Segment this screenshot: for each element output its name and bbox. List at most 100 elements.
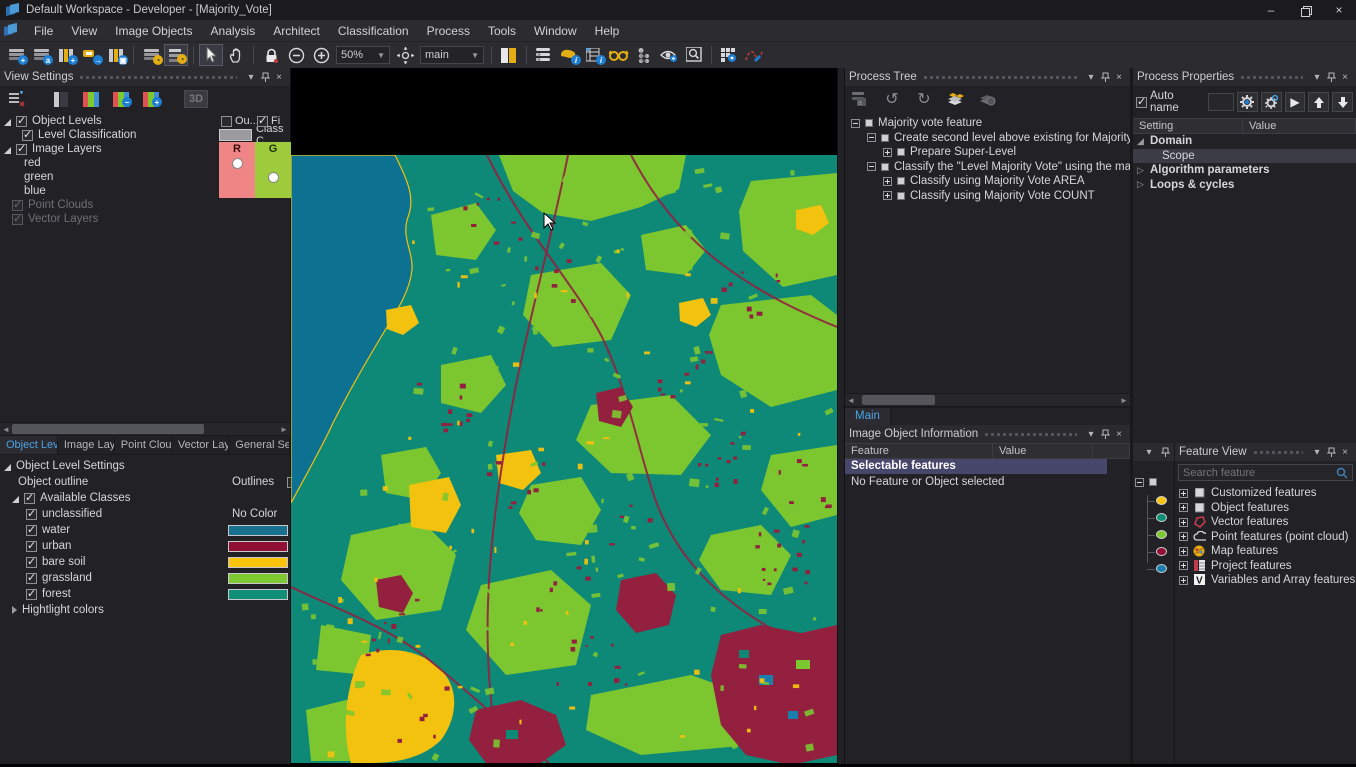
ioi-col-value[interactable]: Value: [993, 444, 1093, 458]
menu-analysis[interactable]: Analysis: [202, 20, 265, 42]
menu-classification[interactable]: Classification: [329, 20, 418, 42]
redo-icon[interactable]: ↻: [913, 89, 935, 109]
ioi-group-row[interactable]: Selectable features: [845, 459, 1107, 474]
feature-search-input[interactable]: [1183, 467, 1336, 479]
menu-image-objects[interactable]: Image Objects: [106, 20, 201, 42]
edit-process-gear-icon[interactable]: [1237, 92, 1258, 112]
menu-help[interactable]: Help: [586, 20, 629, 42]
expand-icon[interactable]: [883, 191, 892, 200]
tab-vector-lay-[interactable]: Vector Lay...: [172, 436, 229, 454]
menu-window[interactable]: Window: [525, 20, 586, 42]
minimize-button[interactable]: –: [1254, 0, 1288, 20]
class-color-swatch[interactable]: [228, 573, 288, 584]
class-checkbox[interactable]: [26, 573, 37, 584]
3d-view-button[interactable]: 3D: [184, 90, 208, 108]
class-checkbox[interactable]: [26, 589, 37, 600]
pp-row-loops-cycles[interactable]: ▷Loops & cycles: [1133, 178, 1356, 193]
save-project-icon[interactable]: a: [29, 44, 53, 66]
expanded-arrow-icon[interactable]: ◢: [1137, 136, 1145, 147]
map-view-select[interactable]: main▼: [420, 46, 484, 64]
feature-row-3[interactable]: Point features (point cloud): [1179, 530, 1356, 545]
view-settings-icon[interactable]: [657, 44, 681, 66]
tree-row-point-clouds[interactable]: Point Clouds: [0, 198, 290, 212]
new-process-gear-icon[interactable]: [1261, 92, 1282, 112]
ols-highlight-colors-row[interactable]: Hightlight colors: [4, 603, 290, 617]
feature-search-box[interactable]: [1178, 464, 1353, 481]
fv-close-icon[interactable]: ×: [1338, 445, 1352, 459]
process-tree-menu-icon[interactable]: ▾: [1084, 70, 1098, 84]
ioi-close-icon[interactable]: ×: [1112, 427, 1126, 441]
app-menu-icon[interactable]: [4, 24, 17, 37]
cursor-tool[interactable]: [199, 44, 223, 66]
mix-layers-view-icon[interactable]: [80, 90, 102, 108]
process-name-input[interactable]: [1208, 93, 1234, 111]
magnifier-window-icon[interactable]: [682, 44, 706, 66]
pp-close-icon[interactable]: ×: [1338, 70, 1352, 84]
pp-pin-icon[interactable]: [1324, 70, 1338, 84]
ioi-menu-icon[interactable]: ▾: [1084, 427, 1098, 441]
collapse-icon[interactable]: [867, 133, 876, 142]
view-settings-menu-icon[interactable]: ▾: [244, 70, 258, 84]
create-project-icon[interactable]: +: [4, 44, 28, 66]
single-layer-view-icon[interactable]: [50, 90, 72, 108]
hierarchy-view-icon[interactable]: [632, 44, 656, 66]
process-tree-pin-icon[interactable]: [1098, 70, 1112, 84]
menu-file[interactable]: File: [25, 20, 62, 42]
ols-class-unclassified[interactable]: unclassifiedNo Color: [4, 507, 290, 521]
class-color-swatch[interactable]: [228, 589, 288, 600]
collapse-icon[interactable]: [867, 162, 876, 171]
expand-icon[interactable]: [883, 177, 892, 186]
layer-minus-icon[interactable]: −: [110, 90, 132, 108]
class-checkbox[interactable]: [26, 509, 37, 520]
expand-icon[interactable]: [1179, 561, 1188, 570]
feature-row-1[interactable]: Object features: [1179, 501, 1356, 516]
menu-view[interactable]: View: [62, 20, 106, 42]
process-row-2[interactable]: Prepare Super-Level: [849, 145, 1130, 160]
collapse-icon[interactable]: [1135, 478, 1144, 487]
classification-view-icon[interactable]: [607, 44, 631, 66]
pp-row-scope[interactable]: Scope: [1133, 149, 1356, 164]
class-color-swatch[interactable]: [228, 525, 288, 536]
ols-root-row[interactable]: Object Level Settings: [4, 459, 290, 473]
tree-row-vector-layers[interactable]: Vector Layers: [0, 212, 290, 226]
radio-green-g[interactable]: [269, 173, 278, 182]
feature-row-4[interactable]: Map features: [1179, 544, 1356, 559]
pp-menu-icon[interactable]: ▾: [1310, 70, 1324, 84]
process-row-1[interactable]: Create second level above existing for M…: [849, 131, 1130, 146]
class-checkbox[interactable]: [26, 541, 37, 552]
process-row-4[interactable]: Classify using Majority Vote AREA: [849, 174, 1130, 189]
split-view-icon[interactable]: [497, 44, 521, 66]
layer-time-icon[interactable]: ◔: [164, 44, 188, 66]
channel-row-0[interactable]: [219, 156, 291, 170]
process-row-5[interactable]: Classify using Majority Vote COUNT: [849, 189, 1130, 204]
view-settings-pin-icon[interactable]: [258, 70, 272, 84]
class-color-swatch[interactable]: [219, 129, 252, 141]
edit-level-views-icon[interactable]: [6, 90, 28, 108]
ols-class-bare-soil[interactable]: bare soil: [4, 555, 290, 569]
ols-class-grassland[interactable]: grassland: [4, 571, 290, 585]
tab-general-se-[interactable]: General Se...: [229, 436, 290, 454]
assign-level-icon[interactable]: →: [79, 44, 103, 66]
expand-icon[interactable]: [1179, 576, 1188, 585]
ols-available-classes-row[interactable]: Available Classes: [4, 491, 290, 505]
channel-row-1[interactable]: [219, 170, 291, 184]
menu-tools[interactable]: Tools: [479, 20, 525, 42]
tab-image-lay-[interactable]: Image Lay...: [58, 436, 115, 454]
ioi-col-feature[interactable]: Feature: [845, 444, 993, 458]
collapsed-arrow-icon[interactable]: ▷: [1137, 165, 1145, 176]
copy-level-time-icon[interactable]: ◔: [139, 44, 163, 66]
zoom-in-button[interactable]: [309, 44, 333, 66]
class-checkbox[interactable]: [26, 557, 37, 568]
expand-icon[interactable]: [1179, 489, 1188, 498]
execute-button[interactable]: ▶: [1285, 92, 1306, 112]
radio-red-r[interactable]: [233, 159, 242, 168]
class-checkbox[interactable]: [26, 525, 37, 536]
process-tree-hscrollbar[interactable]: ◄ ►: [845, 393, 1130, 407]
ols-class-urban[interactable]: urban: [4, 539, 290, 553]
tab-object-lev-[interactable]: Object Lev...: [0, 436, 58, 454]
pixel-view-icon[interactable]: i: [557, 44, 581, 66]
menu-process[interactable]: Process: [418, 20, 479, 42]
zoom-pan-icon[interactable]: [393, 44, 417, 66]
pp-col-value[interactable]: Value: [1243, 119, 1356, 133]
expand-icon[interactable]: [1179, 532, 1188, 541]
